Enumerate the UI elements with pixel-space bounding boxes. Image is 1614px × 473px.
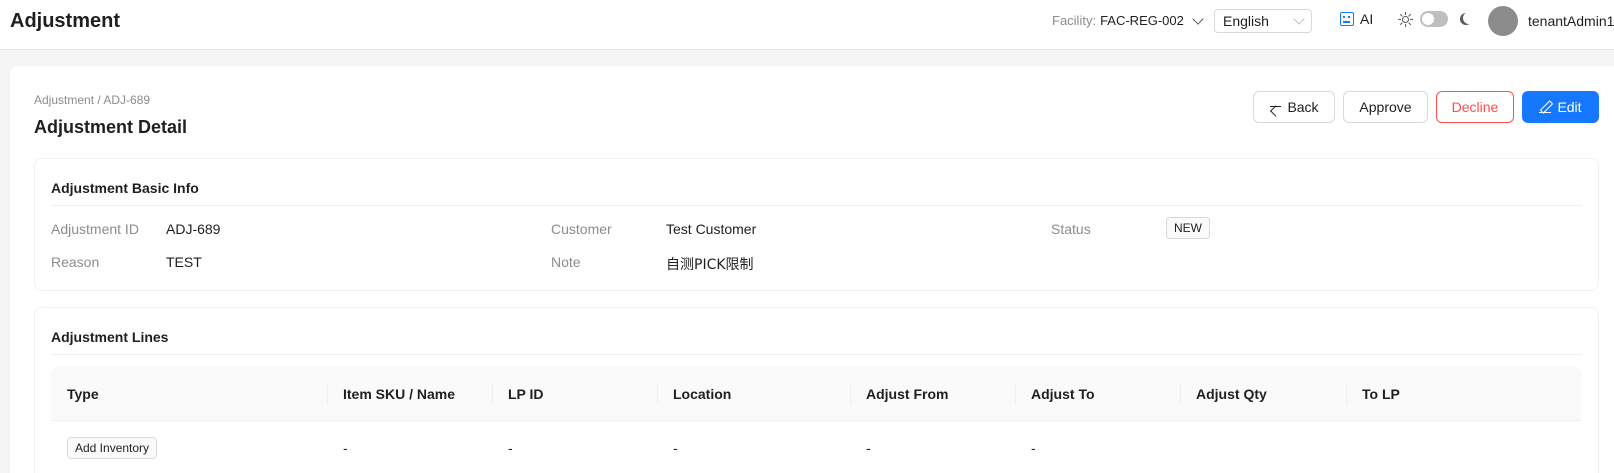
note-value: 自测PICK限制 [666, 257, 754, 273]
column-header-adjust-qty: Adjust Qty [1196, 386, 1267, 402]
ai-label: AI [1360, 11, 1374, 27]
facility-label: Facility: [1052, 13, 1097, 28]
chevron-down-icon [1293, 13, 1305, 25]
adjustment-id-label: Adjustment ID [51, 221, 139, 237]
facility-selector[interactable]: Facility: FAC-REG-002 [1052, 12, 1204, 28]
sun-icon [1398, 11, 1414, 27]
back-button[interactable]: Back [1253, 91, 1335, 123]
language-value: English [1223, 13, 1269, 29]
cell-adjust-to: - [1031, 440, 1036, 456]
edit-button[interactable]: Edit [1522, 91, 1599, 123]
theme-toggle[interactable] [1420, 11, 1448, 27]
customer-label: Customer [551, 221, 612, 237]
ai-button[interactable]: AI [1340, 11, 1373, 27]
adjustment-lines-table: Type Item SKU / Name LP ID Location Adju… [51, 367, 1582, 473]
chevron-down-icon [1192, 12, 1204, 25]
table-header: Type Item SKU / Name LP ID Location Adju… [51, 367, 1582, 421]
type-badge: Add Inventory [67, 437, 158, 459]
decline-button-label: Decline [1451, 99, 1499, 115]
edit-icon [1539, 101, 1552, 113]
cell-type: Add Inventory [51, 421, 158, 473]
decline-button[interactable]: Decline [1436, 91, 1514, 123]
theme-switcher [1398, 11, 1473, 27]
back-button-label: Back [1287, 99, 1319, 115]
column-header-location: Location [673, 386, 732, 402]
moon-icon [1463, 12, 1475, 24]
status-badge: NEW [1166, 217, 1210, 239]
cell-item: - [343, 440, 348, 456]
column-header-to-lp: To LP [1362, 386, 1400, 402]
adjustment-lines-section: Adjustment Lines Type Item SKU / Name LP… [34, 307, 1599, 473]
cell-adjust-qty [1180, 421, 1196, 473]
cell-lp-id: - [508, 440, 513, 456]
customer-value: Test Customer [666, 221, 757, 237]
page-title: Adjustment Detail [34, 117, 188, 137]
approve-button[interactable]: Approve [1343, 91, 1428, 123]
column-header-adjust-from: Adjust From [866, 386, 949, 402]
section-title: Adjustment Lines [51, 329, 169, 345]
top-bar: Adjustment Facility: FAC-REG-002 English… [0, 0, 1614, 50]
column-header-adjust-to: Adjust To [1031, 386, 1095, 402]
divider [51, 205, 1582, 206]
approve-button-label: Approve [1359, 99, 1412, 115]
adjustment-id-value: ADJ-689 [166, 221, 221, 237]
robot-icon [1340, 12, 1354, 26]
cell-to-lp [1346, 421, 1362, 473]
username[interactable]: tenantAdmin1 [1528, 13, 1614, 29]
column-header-lp-id: LP ID [508, 386, 544, 402]
table-row: Add Inventory - - - - - [51, 421, 1582, 473]
reason-label: Reason [51, 254, 100, 270]
cell-adjust-from: - [866, 440, 871, 456]
column-header-item: Item SKU / Name [343, 386, 456, 402]
arrow-left-icon [1269, 101, 1282, 113]
language-select[interactable]: English [1214, 9, 1312, 33]
facility-value: FAC-REG-002 [1100, 13, 1184, 28]
app-title: Adjustment [10, 10, 120, 32]
basic-info-section: Adjustment Basic Info Adjustment ID ADJ-… [34, 158, 1599, 291]
edit-button-label: Edit [1557, 99, 1582, 115]
reason-value: TEST [166, 254, 202, 270]
column-header-type: Type [67, 386, 99, 402]
cell-location: - [673, 440, 678, 456]
avatar[interactable] [1488, 6, 1518, 36]
section-title: Adjustment Basic Info [51, 180, 199, 196]
status-label: Status [1051, 221, 1091, 237]
divider [51, 354, 1582, 355]
breadcrumb[interactable]: Adjustment / ADJ-689 [34, 93, 150, 107]
note-label: Note [551, 254, 581, 270]
